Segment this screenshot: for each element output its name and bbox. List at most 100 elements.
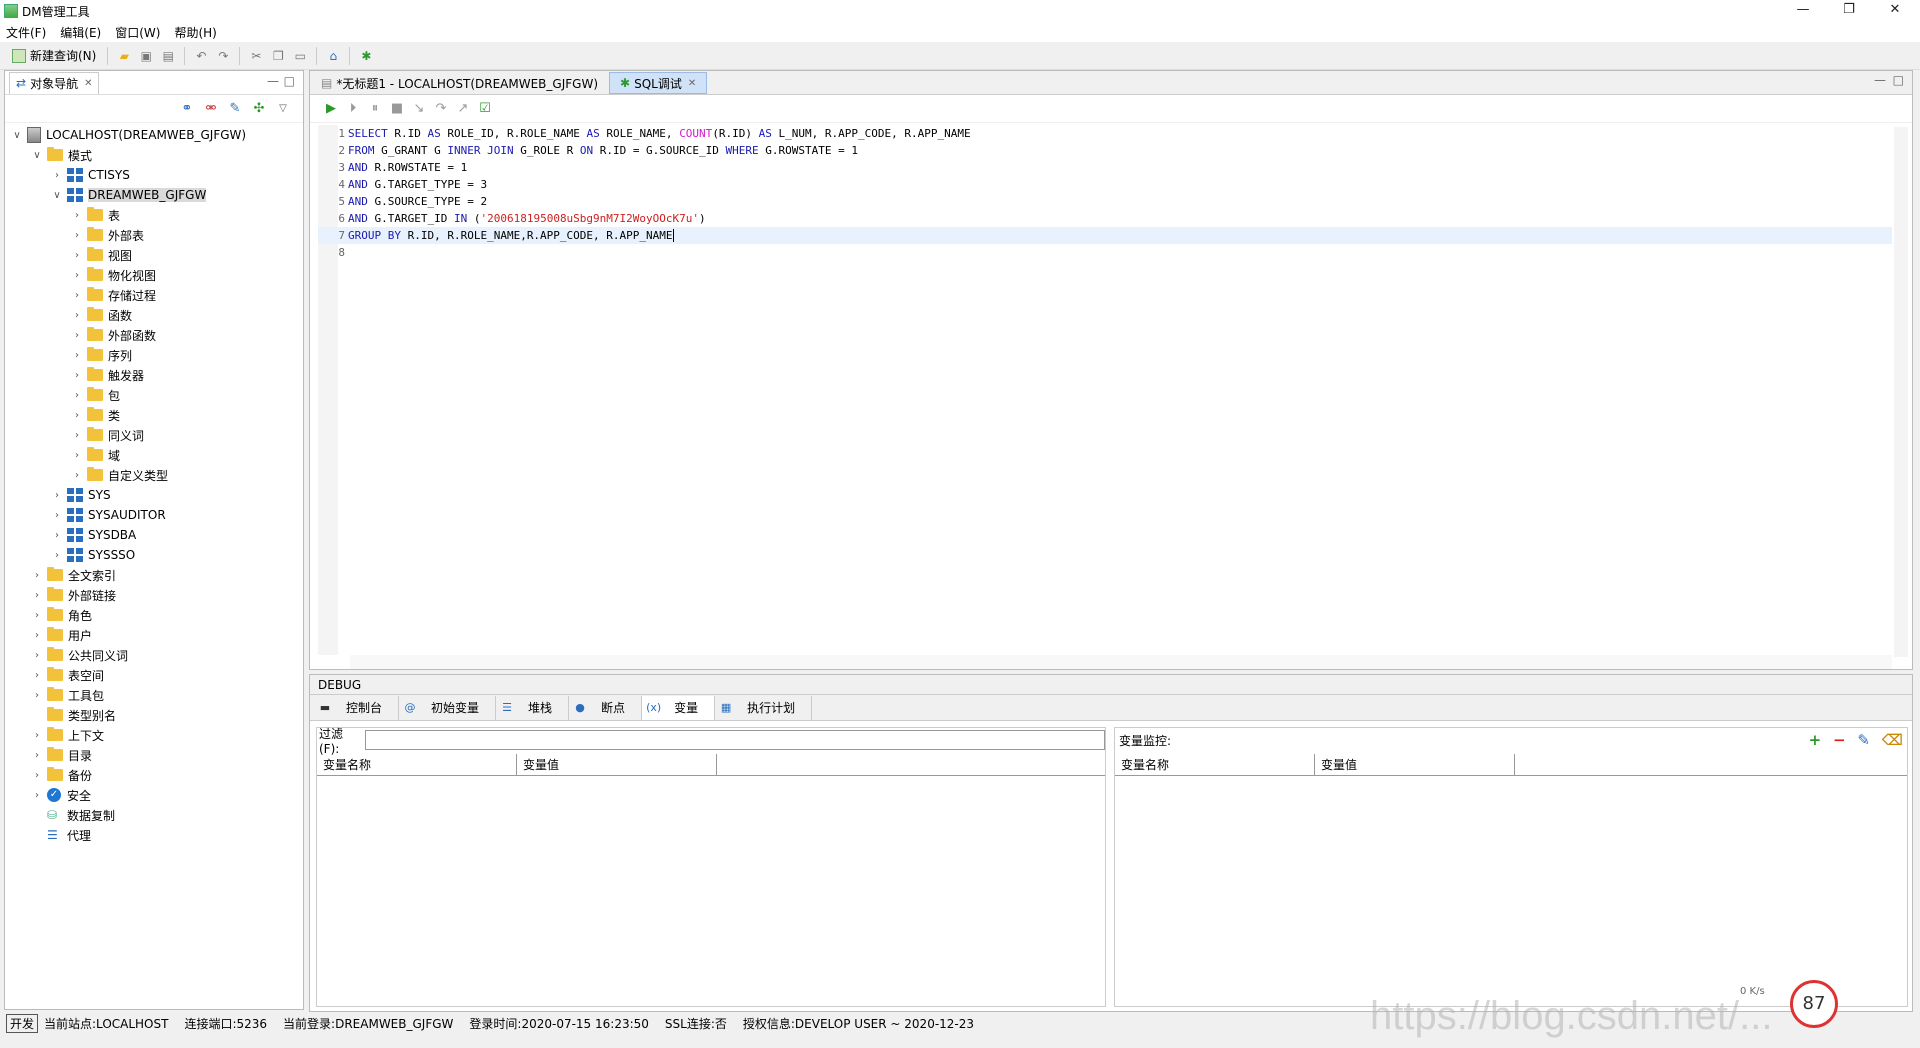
resume-icon[interactable]: ⏵ (344, 100, 362, 118)
tree-node-materialized-view[interactable]: › 物化视图 (5, 265, 303, 285)
collapse-icon[interactable]: ∨ (11, 130, 23, 141)
tree-node-role[interactable]: › 角色 (5, 605, 303, 625)
tab-stack[interactable]: ☰ 堆栈 (496, 695, 570, 720)
restore-button[interactable]: ❐ (1826, 0, 1872, 22)
tree-node-sysauditor[interactable]: › SYSAUDITOR (5, 505, 303, 525)
tree-node-sequence[interactable]: › 序列 (5, 345, 303, 365)
expand-icon[interactable]: › (71, 230, 83, 241)
tree-node-security[interactable]: › ✓ 安全 (5, 785, 303, 805)
maximize-panel-icon[interactable]: □ (284, 74, 295, 88)
close-tab-icon[interactable]: ✕ (84, 78, 92, 89)
close-button[interactable]: ✕ (1872, 0, 1918, 22)
menu-help[interactable]: 帮助(H) (174, 24, 216, 41)
redo-icon[interactable]: ↷ (215, 48, 231, 64)
expand-all-icon[interactable]: ✣ (250, 100, 268, 118)
performance-gauge[interactable]: 87 (1790, 980, 1838, 1028)
expand-icon[interactable]: › (31, 650, 43, 661)
tree-node-external-table[interactable]: › 外部表 (5, 225, 303, 245)
expand-icon[interactable]: › (71, 350, 83, 361)
tree-node-synonym[interactable]: › 同义词 (5, 425, 303, 445)
navigator-tab[interactable]: ⇄ 对象导航 ✕ (9, 71, 100, 94)
tree-node-context[interactable]: › 上下文 (5, 725, 303, 745)
debug-bug-icon[interactable]: ✱ (358, 48, 374, 64)
column-variable-value[interactable]: 变量值 (517, 754, 717, 775)
tree-node-sys[interactable]: › SYS (5, 485, 303, 505)
tab-initial-variables[interactable]: @ 初始变量 (399, 695, 497, 720)
minimize-editor-icon[interactable]: — (1874, 73, 1886, 87)
expand-icon[interactable]: › (51, 510, 63, 521)
expand-icon[interactable]: › (31, 730, 43, 741)
expand-icon[interactable]: › (71, 310, 83, 321)
expand-icon[interactable]: › (31, 790, 43, 801)
open-folder-icon[interactable]: ▰ (116, 48, 132, 64)
menu-file[interactable]: 文件(F) (6, 24, 46, 41)
stop-icon[interactable]: ■ (388, 100, 406, 118)
menu-window[interactable]: 窗口(W) (115, 24, 160, 41)
save-all-icon[interactable]: ▤ (160, 48, 176, 64)
tree-node-package[interactable]: › 包 (5, 385, 303, 405)
expand-icon[interactable]: › (31, 750, 43, 761)
validate-icon[interactable]: ☑ (476, 100, 494, 118)
expand-icon[interactable]: › (71, 430, 83, 441)
expand-icon[interactable]: › (31, 570, 43, 581)
expand-icon[interactable]: › (71, 330, 83, 341)
step-into-icon[interactable]: ↘ (410, 100, 428, 118)
add-icon[interactable]: + (1809, 731, 1822, 749)
expand-icon[interactable]: › (31, 590, 43, 601)
expand-icon[interactable]: › (71, 470, 83, 481)
collapse-icon[interactable]: ∨ (31, 150, 43, 161)
editor-vertical-scrollbar[interactable] (1894, 127, 1908, 657)
edit-icon[interactable]: ✎ (226, 100, 244, 118)
tree-node-public-synonym[interactable]: › 公共同义词 (5, 645, 303, 665)
expand-icon[interactable]: › (71, 450, 83, 461)
tree-node-backup[interactable]: › 备份 (5, 765, 303, 785)
tree-node-agent[interactable]: ☰ 代理 (5, 825, 303, 845)
expand-icon[interactable]: › (71, 290, 83, 301)
new-query-button[interactable]: 新建查询(N) (12, 47, 96, 64)
filter-input[interactable] (364, 730, 1105, 750)
pause-icon[interactable]: ⏸ (366, 100, 384, 118)
tree-node-function[interactable]: › 函数 (5, 305, 303, 325)
view-menu-icon[interactable]: ▽ (274, 100, 292, 118)
clear-icon[interactable]: ⌫ (1882, 731, 1903, 749)
collapse-icon[interactable]: ∨ (51, 190, 63, 201)
tab-console[interactable]: ▬ 控制台 (314, 695, 400, 720)
tree-node-view[interactable]: › 视图 (5, 245, 303, 265)
paste-icon[interactable]: ▭ (292, 48, 308, 64)
tree-node-type-alias[interactable]: 类型别名 (5, 705, 303, 725)
minimize-button[interactable]: — (1780, 0, 1826, 22)
column-variable-name[interactable]: 变量名称 (1115, 754, 1315, 775)
column-variable-name[interactable]: 变量名称 (317, 754, 517, 775)
expand-icon[interactable]: › (51, 490, 63, 501)
tab-untitled-query[interactable]: ▤ *无标题1 - LOCALHOST(DREAMWEB_GJFGW) (310, 72, 609, 94)
close-tab-icon[interactable]: ✕ (688, 78, 696, 89)
tree-node-fulltext-index[interactable]: › 全文索引 (5, 565, 303, 585)
remove-icon[interactable]: − (1833, 731, 1846, 749)
home-icon[interactable]: ⌂ (325, 48, 341, 64)
tree-node-replication[interactable]: ⛁ 数据复制 (5, 805, 303, 825)
expand-icon[interactable]: › (51, 170, 63, 181)
edit-icon[interactable]: ✎ (1857, 731, 1870, 749)
step-over-icon[interactable]: ↷ (432, 100, 450, 118)
expand-icon[interactable]: › (31, 610, 43, 621)
expand-icon[interactable]: › (51, 550, 63, 561)
run-icon[interactable]: ▶ (322, 100, 340, 118)
step-return-icon[interactable]: ↗ (454, 100, 472, 118)
tree-node-sysdba[interactable]: › SYSDBA (5, 525, 303, 545)
expand-icon[interactable]: › (71, 370, 83, 381)
undo-icon[interactable]: ↶ (193, 48, 209, 64)
tree-node-directory[interactable]: › 目录 (5, 745, 303, 765)
tree-node-procedure[interactable]: › 存储过程 (5, 285, 303, 305)
tree-node-dreamweb[interactable]: ∨ DREAMWEB_GJFGW (5, 185, 303, 205)
expand-icon[interactable]: › (71, 410, 83, 421)
save-icon[interactable]: ▣ (138, 48, 154, 64)
tab-breakpoints[interactable]: ● 断点 (569, 695, 643, 720)
tab-variables[interactable]: (x) 变量 (642, 695, 716, 720)
expand-icon[interactable]: › (31, 670, 43, 681)
tree-node-user[interactable]: › 用户 (5, 625, 303, 645)
tree-node-trigger[interactable]: › 触发器 (5, 365, 303, 385)
expand-icon[interactable]: › (71, 390, 83, 401)
tree-node-tablespace[interactable]: › 表空间 (5, 665, 303, 685)
expand-icon[interactable]: › (31, 770, 43, 781)
tab-sql-debug[interactable]: ✱ SQL调试 ✕ (609, 72, 708, 94)
